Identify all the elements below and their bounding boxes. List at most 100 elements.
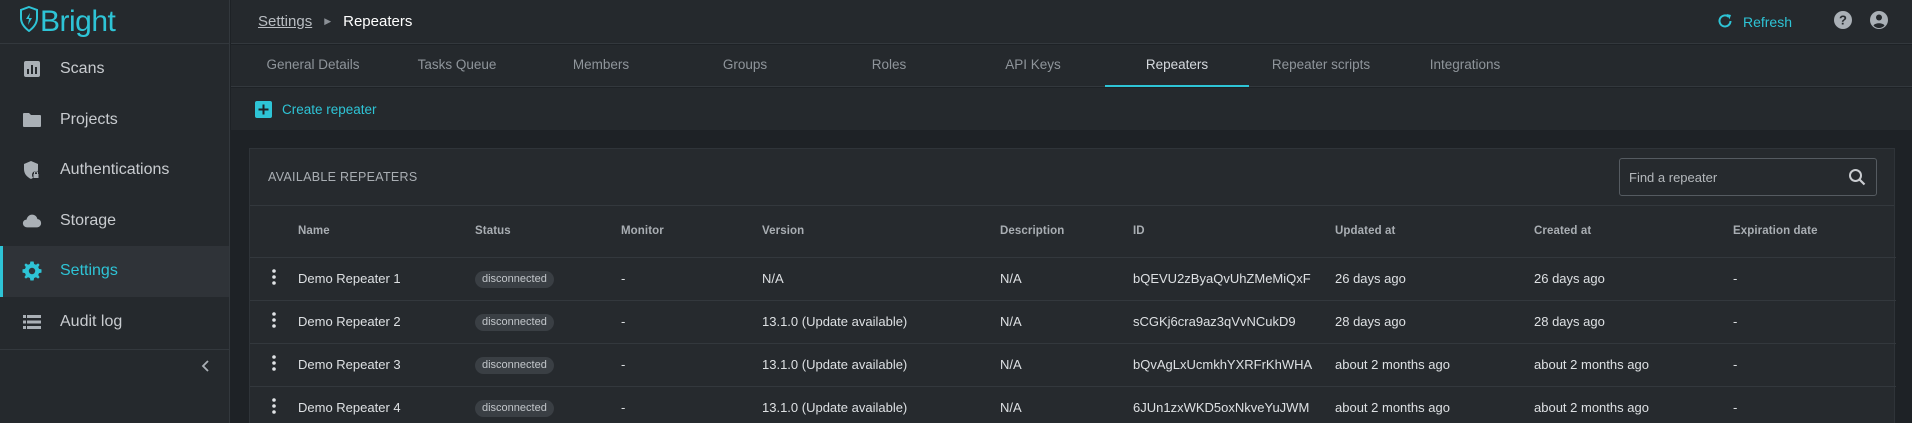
sidebar-item-authentications[interactable]: Authentications (0, 145, 229, 196)
column-header-id[interactable]: ID (1133, 206, 1335, 258)
kebab-menu-icon (272, 312, 276, 331)
updated-at-cell: 26 days ago (1335, 257, 1534, 301)
sidebar-item-label: Projects (60, 110, 118, 128)
breadcrumb-separator-icon: ▶ (324, 16, 332, 26)
row-menu-button[interactable] (250, 312, 298, 331)
repeaters-table: Name Status Monitor Version Description … (250, 206, 1896, 423)
column-header-status[interactable]: Status (475, 206, 621, 258)
table-row[interactable]: Demo Repeater 4 disconnected - 13.1.0 (U… (250, 386, 1896, 423)
kebab-menu-icon (272, 398, 276, 417)
sidebar-item-storage[interactable]: Storage (0, 196, 229, 247)
user-avatar-icon (1869, 10, 1889, 35)
search-input[interactable] (1629, 169, 1839, 185)
id-cell: 6JUn1zxWKD5oxNkveYuJWM (1133, 386, 1335, 423)
bright-shield-icon (20, 5, 38, 37)
column-header-name[interactable]: Name (298, 206, 475, 258)
row-menu-button[interactable] (250, 398, 298, 417)
created-at-cell: about 2 months ago (1534, 343, 1733, 387)
list-icon (22, 312, 42, 332)
repeater-name[interactable]: Demo Repeater 2 (298, 300, 475, 344)
card-title: AVAILABLE REPEATERS (268, 170, 418, 184)
sidebar-divider (0, 349, 229, 350)
gear-icon (22, 261, 42, 281)
description-cell: N/A (1000, 386, 1133, 423)
repeaters-card: AVAILABLE REPEATERS Name Status Monitor … (249, 148, 1896, 423)
monitor-cell: - (621, 343, 762, 387)
search-box (1619, 158, 1877, 196)
brand-logo[interactable]: Bright (0, 0, 229, 44)
sidebar-item-scans[interactable]: Scans (0, 44, 229, 95)
action-bar: Create repeater (231, 88, 1912, 130)
sidebar-item-projects[interactable]: Projects (0, 95, 229, 146)
breadcrumb-settings-link[interactable]: Settings (258, 13, 312, 30)
search-icon[interactable] (1848, 168, 1866, 191)
collapse-sidebar-button[interactable] (196, 358, 216, 378)
tab-roles[interactable]: Roles (817, 45, 961, 86)
column-header-monitor[interactable]: Monitor (621, 206, 762, 258)
table-row[interactable]: Demo Repeater 1 disconnected - N/A N/A b… (250, 257, 1896, 301)
refresh-icon (1717, 13, 1743, 32)
sidebar-item-settings[interactable]: Settings (0, 246, 229, 297)
sidebar-item-audit-log[interactable]: Audit log (0, 297, 229, 348)
updated-at-cell: about 2 months ago (1335, 386, 1534, 423)
brand-name: Bright (40, 4, 116, 38)
row-menu-button[interactable] (250, 269, 298, 288)
column-header-updated-at[interactable]: Updated at (1335, 206, 1534, 258)
column-header-description[interactable]: Description (1000, 206, 1133, 258)
status-badge: disconnected (475, 399, 554, 417)
expiration-date-cell: - (1733, 257, 1896, 301)
version-cell: 13.1.0 (Update available) (762, 300, 1000, 344)
folder-icon (22, 110, 42, 130)
sidebar: Bright Scans Projects Authentications St… (0, 0, 230, 423)
plus-icon (255, 100, 272, 118)
bar-chart-icon (22, 59, 42, 79)
updated-at-cell: 28 days ago (1335, 300, 1534, 344)
version-cell: N/A (762, 257, 1000, 301)
tab-repeaters[interactable]: Repeaters (1105, 45, 1249, 87)
breadcrumb-current: Repeaters (343, 13, 413, 30)
top-bar: Settings ▶ Repeaters Refresh ? (231, 0, 1912, 44)
chevron-left-icon (201, 359, 211, 377)
version-cell: 13.1.0 (Update available) (762, 386, 1000, 423)
tab-tasks-queue[interactable]: Tasks Queue (385, 45, 529, 86)
create-repeater-label: Create repeater (282, 101, 377, 117)
breadcrumb: Settings ▶ Repeaters (258, 13, 412, 30)
description-cell: N/A (1000, 343, 1133, 387)
repeater-name[interactable]: Demo Repeater 4 (298, 386, 475, 423)
updated-at-cell: about 2 months ago (1335, 343, 1534, 387)
table-row[interactable]: Demo Repeater 3 disconnected - 13.1.0 (U… (250, 343, 1896, 387)
monitor-cell: - (621, 300, 762, 344)
tab-members[interactable]: Members (529, 45, 673, 86)
create-repeater-button[interactable]: Create repeater (255, 100, 377, 118)
status-badge: disconnected (475, 356, 554, 374)
monitor-cell: - (621, 386, 762, 423)
id-cell: bQvAgLxUcmkhYXRFrKhWHA (1133, 343, 1335, 387)
settings-tabs: General Details Tasks Queue Members Grou… (231, 45, 1912, 87)
description-cell: N/A (1000, 300, 1133, 344)
column-header-version[interactable]: Version (762, 206, 1000, 258)
tab-api-keys[interactable]: API Keys (961, 45, 1105, 86)
sidebar-item-label: Audit log (60, 312, 123, 330)
tab-groups[interactable]: Groups (673, 45, 817, 86)
help-button[interactable]: ? (1832, 10, 1854, 33)
tab-integrations[interactable]: Integrations (1393, 45, 1537, 86)
column-header-expiration-date[interactable]: Expiration date (1733, 206, 1896, 258)
expiration-date-cell: - (1733, 386, 1896, 423)
kebab-menu-icon (272, 269, 276, 288)
tab-repeater-scripts[interactable]: Repeater scripts (1249, 45, 1393, 86)
table-row[interactable]: Demo Repeater 2 disconnected - 13.1.0 (U… (250, 300, 1896, 344)
repeater-name[interactable]: Demo Repeater 1 (298, 257, 475, 301)
sidebar-item-label: Storage (60, 211, 117, 229)
id-cell: bQEVU2zByaQvUhZMeMiQxF (1133, 257, 1335, 301)
refresh-button[interactable]: Refresh (1717, 13, 1792, 32)
repeater-name[interactable]: Demo Repeater 3 (298, 343, 475, 387)
account-button[interactable] (1868, 10, 1890, 35)
column-header-created-at[interactable]: Created at (1534, 206, 1733, 258)
status-badge: disconnected (475, 313, 554, 331)
tab-general-details[interactable]: General Details (241, 45, 385, 86)
card-header: AVAILABLE REPEATERS (250, 149, 1894, 206)
kebab-menu-icon (272, 355, 276, 374)
created-at-cell: 26 days ago (1534, 257, 1733, 301)
created-at-cell: 28 days ago (1534, 300, 1733, 344)
row-menu-button[interactable] (250, 355, 298, 374)
